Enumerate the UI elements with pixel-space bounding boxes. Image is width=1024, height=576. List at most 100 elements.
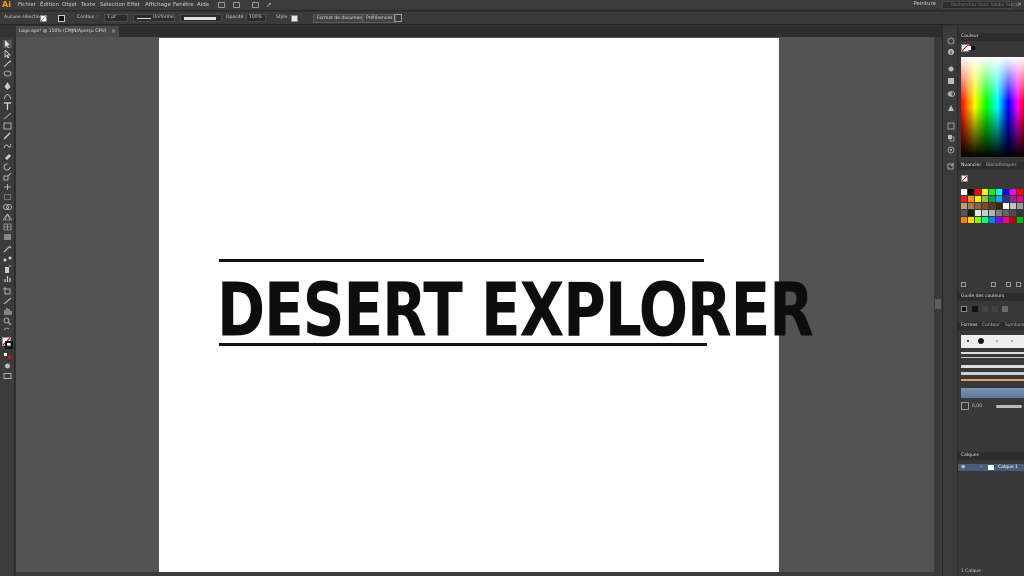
swatch[interactable]: [989, 217, 995, 223]
swatch[interactable]: [961, 189, 967, 195]
pen-tool-icon[interactable]: [3, 82, 12, 90]
scale-tool-icon[interactable]: [3, 173, 12, 181]
perspective-grid-tool-icon[interactable]: [3, 213, 12, 221]
pathfinder-icon[interactable]: [947, 134, 955, 142]
swatch[interactable]: [1017, 217, 1023, 223]
swatch[interactable]: [1003, 210, 1009, 216]
transform-icon[interactable]: [947, 146, 955, 154]
symbols-icon[interactable]: [947, 104, 955, 112]
guide-color-3[interactable]: [992, 306, 998, 312]
swatch[interactable]: [996, 196, 1002, 202]
swatch[interactable]: [961, 217, 967, 223]
stock-search-input[interactable]: Rechercher dans Adobe Stock: [942, 1, 1018, 9]
swatch[interactable]: [982, 210, 988, 216]
swatch[interactable]: [968, 210, 974, 216]
lasso-tool-icon[interactable]: [3, 70, 12, 78]
logo-top-grunge-line[interactable]: [219, 259, 704, 262]
tab-formes[interactable]: Formes: [961, 322, 977, 330]
menu-objet[interactable]: Objet: [62, 1, 77, 9]
tab-nuancier[interactable]: Nuancier: [961, 162, 981, 170]
swatch[interactable]: [982, 203, 988, 209]
swatch[interactable]: [989, 203, 995, 209]
arrange-documents-icon[interactable]: [233, 2, 240, 8]
stroke-profile-select[interactable]: Uniforme: [133, 14, 175, 22]
preferences-button[interactable]: Préférences: [362, 14, 397, 23]
appearance-icon[interactable]: [947, 65, 955, 73]
color-panel-black-chip[interactable]: [971, 46, 975, 50]
gradient-tool-icon[interactable]: [3, 233, 12, 241]
swatch[interactable]: [996, 217, 1002, 223]
menu-fichier[interactable]: Fichier: [18, 1, 36, 9]
stroke-swatch[interactable]: [58, 15, 65, 22]
arrange-icon[interactable]: [394, 14, 402, 22]
shape-builder-tool-icon[interactable]: [3, 203, 12, 211]
transparency-icon[interactable]: [947, 90, 955, 98]
magic-wand-tool-icon[interactable]: [3, 60, 12, 68]
swatch[interactable]: [982, 189, 988, 195]
swatch[interactable]: [975, 203, 981, 209]
line-segment-tool-icon[interactable]: [3, 112, 12, 120]
export-icon[interactable]: [947, 162, 955, 170]
stroke-weight-field[interactable]: 1 pt: [104, 14, 128, 22]
swatch[interactable]: [1003, 189, 1009, 195]
swatch[interactable]: [1003, 203, 1009, 209]
swatch[interactable]: [982, 196, 988, 202]
swatch[interactable]: [975, 189, 981, 195]
swatch[interactable]: [989, 210, 995, 216]
guide-color-2[interactable]: [982, 306, 988, 312]
selection-tool-icon[interactable]: [3, 40, 12, 48]
graphic-style-swatch[interactable]: [291, 15, 298, 22]
tab-bibliotheques[interactable]: Bibliothèques: [986, 162, 1017, 170]
swatch[interactable]: [968, 203, 974, 209]
swatch[interactable]: [975, 217, 981, 223]
slice-tool-icon[interactable]: [3, 297, 12, 305]
screen-mode-icon[interactable]: [3, 372, 12, 380]
artboard-tool-icon[interactable]: [3, 287, 12, 295]
swatch[interactable]: [1010, 196, 1016, 202]
bridge-icon[interactable]: [218, 2, 225, 8]
swatch[interactable]: [975, 210, 981, 216]
brush-dots-row[interactable]: [961, 335, 1024, 348]
swatches-fill-indicator[interactable]: [961, 175, 968, 182]
graphic-styles-icon[interactable]: [947, 77, 955, 85]
swatch[interactable]: [961, 196, 967, 202]
swatch[interactable]: [968, 189, 974, 195]
rectangle-tool-icon[interactable]: [3, 122, 12, 130]
workspace-switcher[interactable]: Peinture: [913, 1, 936, 7]
layer-name[interactable]: Calque 1: [998, 464, 1018, 471]
symbol-sprayer-tool-icon[interactable]: [3, 265, 12, 273]
workspace-grid-icon[interactable]: [252, 2, 259, 8]
brush-preview-stroke[interactable]: [996, 405, 1022, 408]
brush-stroke-3[interactable]: [961, 365, 1024, 368]
fill-swatch[interactable]: [40, 15, 47, 22]
menu-affichage[interactable]: Affichage: [145, 1, 171, 9]
color-spectrum-picker[interactable]: [961, 57, 1024, 157]
swatch[interactable]: [975, 196, 981, 202]
vertical-scrollbar[interactable]: [934, 37, 942, 572]
swatch[interactable]: [989, 196, 995, 202]
swatch[interactable]: [968, 196, 974, 202]
delete-swatch-icon[interactable]: [1016, 282, 1021, 287]
close-tab-icon[interactable]: ×: [111, 26, 116, 37]
shaper-tool-icon[interactable]: [3, 142, 12, 150]
close-window-icon[interactable]: ×: [1017, 0, 1022, 9]
align-icon[interactable]: [947, 122, 955, 130]
brush-stroke-2[interactable]: [961, 357, 1024, 358]
swap-fill-stroke-icon[interactable]: [3, 327, 12, 335]
tab-symboles[interactable]: Symboles: [1005, 322, 1024, 330]
libraries-icon[interactable]: [947, 37, 955, 45]
swatch[interactable]: [961, 203, 967, 209]
mesh-tool-icon[interactable]: [3, 223, 12, 231]
direct-selection-tool-icon[interactable]: [3, 50, 12, 58]
curvature-tool-icon[interactable]: [3, 92, 12, 100]
menu-edition[interactable]: Édition: [40, 1, 59, 9]
layer-visibility-eye-icon[interactable]: ◉: [961, 465, 965, 470]
layer-expand-chevron-icon[interactable]: ›: [980, 465, 982, 470]
menu-effet[interactable]: Effet: [127, 1, 140, 9]
menu-selection[interactable]: Sélection: [100, 1, 125, 9]
blend-tool-icon[interactable]: [3, 255, 12, 263]
brush-stroke-1[interactable]: [961, 352, 1024, 354]
swatch[interactable]: [996, 189, 1002, 195]
swatch[interactable]: [996, 203, 1002, 209]
menu-fenetre[interactable]: Fenêtre: [173, 1, 194, 9]
